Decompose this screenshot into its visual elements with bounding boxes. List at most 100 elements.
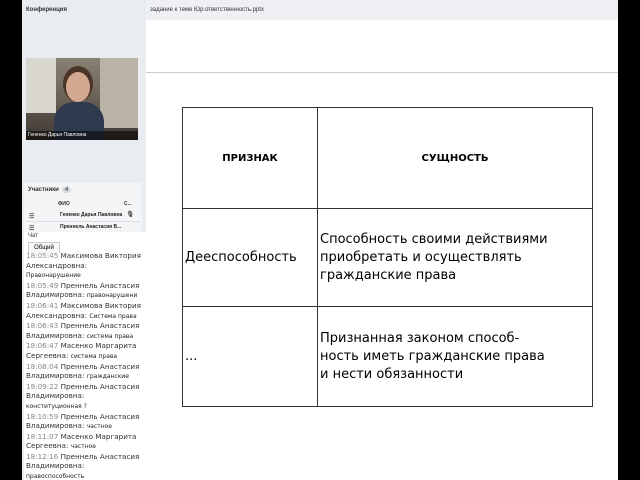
chat-message-text: конституционная ? — [26, 402, 87, 410]
chat-message-time: 18:06:41 — [26, 300, 59, 310]
chat-message-text: гражданские — [86, 373, 129, 381]
chat-message-author: Александровна: — [26, 310, 88, 320]
chat-message-line: 18:08:04 Преннель Анастасия — [26, 362, 146, 372]
left-sidebar: Конференция Гененко Дарья Павловна Участ… — [22, 0, 146, 480]
chat-message-author: Преннель Анастасия — [60, 361, 140, 371]
menu-icon[interactable]: ☰ — [29, 225, 34, 232]
microphone-icon[interactable]: 🎙 — [126, 211, 134, 218]
chat-message-line: 18:06:41 Максимова Виктория — [26, 301, 146, 311]
chat-title: Чат — [28, 233, 38, 239]
chat-message-author: Владимировна: — [26, 461, 85, 471]
chat-message-line: 18:05:49 Преннель Анастасия — [26, 281, 146, 291]
chat-message-author: Максимова Виктория — [60, 300, 141, 310]
chat-message-time: 18:09:22 — [26, 381, 59, 391]
chat-message-line: 18:06:43 Преннель Анастасия — [26, 321, 146, 331]
chat-message-line: 18:06:47 Масенко Маргарита — [26, 341, 146, 351]
participants-col-status[interactable]: С... — [124, 201, 132, 207]
app-frame: Конференция Гененко Дарья Павловна Участ… — [22, 0, 618, 480]
essence-line: Способность своими действиями — [320, 231, 548, 247]
table-cell-feature: ... — [182, 306, 318, 407]
chat-message-author: Владимировна: — [26, 421, 85, 431]
chat-message-line: Правонарушение — [26, 270, 146, 281]
presentation-area: задание к теме Юр.ответственность.pptx П… — [146, 0, 618, 480]
chat-message-line: 18:10:59 Преннель Анастасия — [26, 412, 146, 422]
presenter-name-tag: Гененко Дарья Павловна — [26, 131, 138, 140]
table-header-essence: СУЩНОСТЬ — [317, 107, 593, 209]
chat-message-text: система права — [70, 352, 118, 360]
participants-col-name[interactable]: ФИО — [58, 201, 70, 207]
participant-name: Преннель Анастасия В... — [60, 224, 122, 230]
chat-message-author: Владимировна: — [26, 391, 85, 401]
presenter-head — [66, 72, 90, 102]
chat-message-line: правоспособность — [26, 471, 146, 480]
table-cell-essence: Признанная законом способ- ность иметь г… — [317, 306, 593, 407]
table-cell-feature: Дееспособность — [182, 208, 318, 307]
conference-title: Конференция — [26, 7, 67, 13]
chat-message-author: Преннель Анастасия — [60, 451, 140, 461]
table-header-feature: ПРИЗНАК — [182, 107, 318, 209]
chat-message-line: 18:12:16 Преннель Анастасия — [26, 452, 146, 462]
chat-message-text: система права — [86, 332, 134, 340]
table-row: ... Признанная законом способ- ность име… — [182, 306, 593, 407]
slide-top-space — [146, 20, 618, 72]
chat-message-line: 18:11:07 Масенко Маргарита — [26, 432, 146, 442]
chat-message-time: 18:08:04 — [26, 361, 59, 371]
essence-line: ность иметь гражданские права — [320, 348, 545, 364]
chat-message-author: Владимировна: — [26, 371, 85, 381]
table-header-row: ПРИЗНАК СУЩНОСТЬ — [182, 107, 593, 209]
participants-panel: Участники 4 ФИО С... ☰ Гененко Дарья Пав… — [24, 183, 142, 235]
participant-row[interactable]: ☰ Гененко Дарья Павловна 🎙 — [26, 210, 140, 222]
chat-message-text: правонарушени — [86, 292, 138, 300]
slide: ПРИЗНАК СУЩНОСТЬ Дееспособность Способно… — [146, 72, 618, 480]
participants-title: Участники — [28, 187, 59, 193]
chat-message-time: 18:10:59 — [26, 411, 59, 421]
chat-message-line: Владимировна: гражданские — [26, 371, 146, 382]
table-row: Дееспособность Способность своими действ… — [182, 208, 593, 307]
chat-message-time: 18:12:16 — [26, 451, 59, 461]
essence-line: Признанная законом способ- — [320, 330, 520, 346]
participants-count-badge: 4 — [61, 187, 72, 193]
chat-message-author: Александровна: — [26, 260, 88, 270]
chat-message-line: Александровна: — [26, 261, 146, 271]
chat-message-line: Владимировна: система права — [26, 331, 146, 342]
chat-message-text: Правонарушение — [26, 272, 81, 280]
slide-table: ПРИЗНАК СУЩНОСТЬ Дееспособность Способно… — [182, 107, 593, 407]
chat-message-text: частное — [86, 423, 112, 431]
table-cell-essence: Способность своими действиями приобретат… — [317, 208, 593, 307]
chat-message-author: Масенко Маргарита — [60, 431, 137, 441]
video-background-wall — [100, 58, 138, 128]
chat-message-text: частное — [70, 443, 96, 451]
chat-message-time: 18:06:43 — [26, 321, 59, 331]
chat-message-line: 18:05:45 Максимова Виктория — [26, 251, 146, 261]
chat-message-text: правоспособность — [26, 473, 85, 480]
chat-message-author: Масенко Маргарита — [60, 341, 137, 351]
chat-message-author: Преннель Анастасия — [60, 280, 140, 290]
chat-panel: Чат Общий 18:05:45 Максимова Виктория Ал… — [24, 232, 146, 480]
essence-line: приобретать и осуществлять — [320, 249, 522, 265]
essence-line: гражданские права — [320, 267, 457, 283]
chat-message-line: Александровна: Система права — [26, 311, 146, 322]
participants-header: Участники 4 — [28, 187, 72, 193]
chat-message-time: 18:05:49 — [26, 280, 59, 290]
chat-message-time: 18:05:45 — [26, 251, 59, 260]
chat-message-time: 18:06:47 — [26, 341, 59, 351]
chat-message-text: Система права — [89, 312, 137, 320]
chat-message-line: Сергеевна: система права — [26, 351, 146, 362]
chat-message-author: Владимировна: — [26, 290, 85, 300]
chat-message-author: Преннель Анастасия — [60, 321, 140, 331]
chat-message-line: конституционная ? — [26, 401, 146, 412]
chat-message-author: Преннель Анастасия — [60, 411, 140, 421]
chat-message-line: Владимировна: — [26, 461, 146, 471]
chat-message-line: Владимировна: частное — [26, 421, 146, 432]
chat-message-author: Сергеевна: — [26, 350, 69, 360]
menu-icon[interactable]: ☰ — [29, 213, 34, 220]
file-name: задание к теме Юр.ответственность.pptx — [146, 0, 618, 20]
participant-name: Гененко Дарья Павловна — [60, 212, 123, 218]
chat-message-line: Сергеевна: частное — [26, 441, 146, 452]
chat-message-author: Максимова Виктория — [60, 251, 141, 260]
chat-message-time: 18:11:07 — [26, 431, 59, 441]
presenter-video[interactable]: Гененко Дарья Павловна — [26, 58, 138, 140]
chat-message-line: 18:09:22 Преннель Анастасия — [26, 382, 146, 392]
chat-message-author: Сергеевна: — [26, 441, 69, 451]
chat-message-author: Преннель Анастасия — [60, 381, 140, 391]
